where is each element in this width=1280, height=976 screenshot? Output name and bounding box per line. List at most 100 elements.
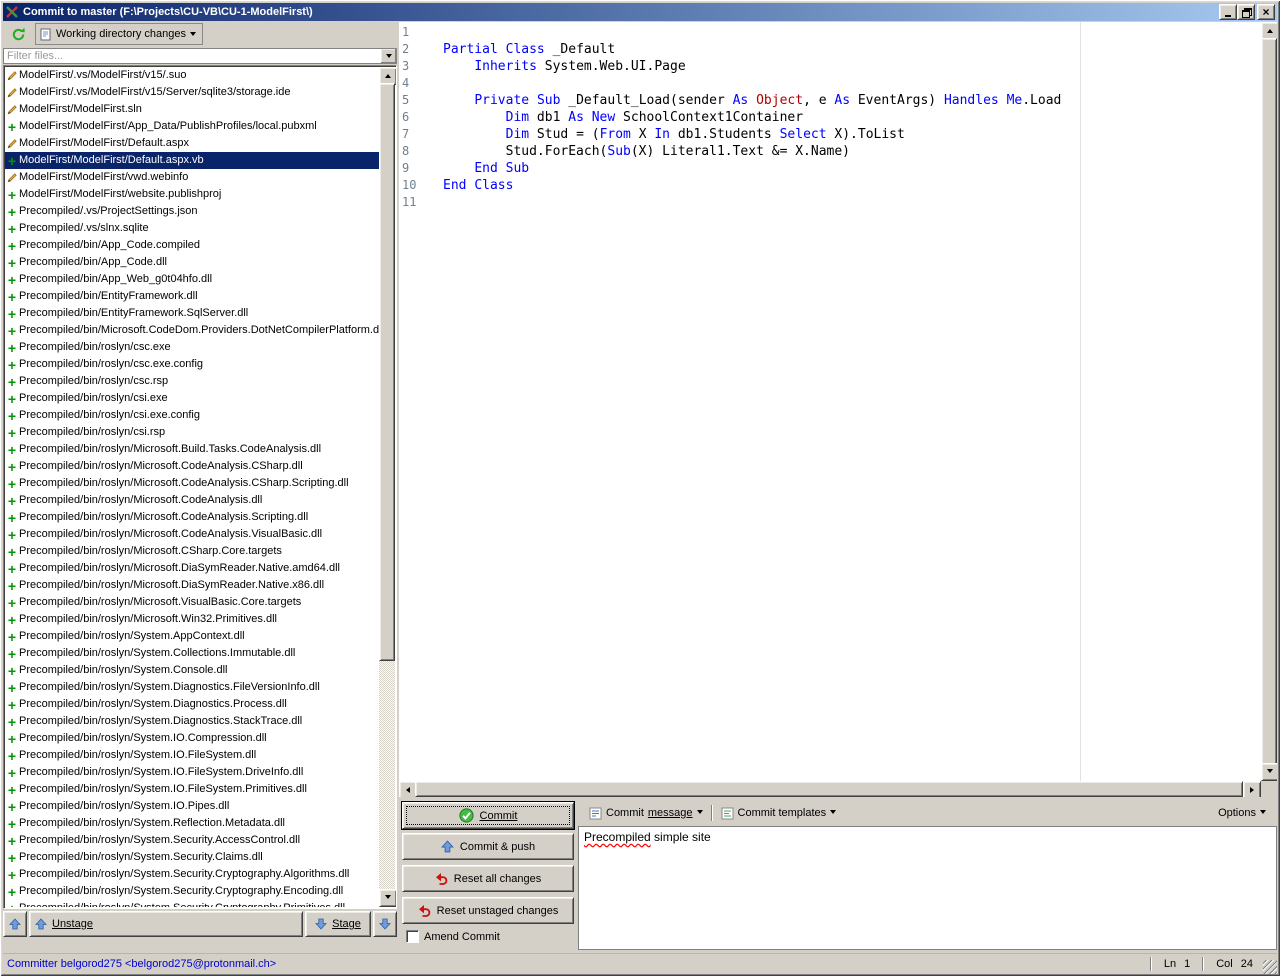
file-row[interactable]: + Precompiled/bin/roslyn/System.Collectio…: [5, 645, 379, 662]
file-row[interactable]: + Precompiled/bin/roslyn/System.Diagnosti…: [5, 679, 379, 696]
file-row[interactable]: + Precompiled/bin/roslyn/csc.exe.config: [5, 356, 379, 373]
added-icon: +: [7, 662, 17, 679]
file-row[interactable]: + Precompiled/bin/roslyn/Microsoft.CodeAn…: [5, 509, 379, 526]
scrollbar-thumb[interactable]: [415, 781, 1243, 797]
file-row[interactable]: + Precompiled/bin/roslyn/Microsoft.CodeAn…: [5, 492, 379, 509]
file-row[interactable]: + ModelFirst/ModelFirst/website.publishpr…: [5, 186, 379, 203]
file-row[interactable]: + Precompiled/bin/App_Web_g0t04hfo.dll: [5, 271, 379, 288]
line-label: Ln: [1163, 958, 1177, 970]
diff-viewer[interactable]: 1 2 3 4 5 6 7 8 9 10 11 Partial Class _Default Inh…: [399, 22, 1277, 797]
refresh-button[interactable]: [5, 22, 31, 46]
file-name: Precompiled/bin/roslyn/System.IO.Compres…: [19, 732, 267, 744]
code-content[interactable]: Partial Class _Default Inherits System.W…: [443, 24, 1257, 211]
commit-and-push-button[interactable]: Commit & push: [402, 833, 574, 860]
file-row[interactable]: + Precompiled/bin/roslyn/Microsoft.CodeAn…: [5, 458, 379, 475]
file-row[interactable]: + Precompiled/bin/Microsoft.CodeDom.Provi…: [5, 322, 379, 339]
added-icon: +: [7, 424, 17, 441]
file-row[interactable]: + Precompiled/bin/App_Code.compiled: [5, 237, 379, 254]
unstage-all-icon: [9, 918, 21, 930]
file-row[interactable]: ModelFirst/ModelFirst.sln: [5, 101, 379, 118]
file-name: Precompiled/bin/roslyn/Microsoft.VisualB…: [19, 596, 302, 608]
filter-files-input[interactable]: [4, 49, 380, 63]
filter-dropdown-button[interactable]: [380, 49, 396, 63]
file-row[interactable]: ModelFirst/.vs/ModelFirst/v15/Server/sql…: [5, 84, 379, 101]
file-row[interactable]: ModelFirst/ModelFirst/Default.aspx: [5, 135, 379, 152]
unstage-all-button[interactable]: [3, 911, 27, 937]
file-row[interactable]: +Precompiled/bin/roslyn/System.Security.…: [5, 900, 379, 908]
file-row[interactable]: + ModelFirst/ModelFirst/Default.aspx.vb: [5, 152, 379, 169]
file-row[interactable]: +Precompiled/bin/roslyn/System.Security.…: [5, 883, 379, 900]
file-row[interactable]: + Precompiled/bin/roslyn/csi.rsp: [5, 424, 379, 441]
file-row[interactable]: + ModelFirst/ModelFirst/App_Data/PublishP…: [5, 118, 379, 135]
file-row[interactable]: + Precompiled/bin/roslyn/Microsoft.DiaSym…: [5, 577, 379, 594]
commit-message-dropdown[interactable]: Commit message: [584, 805, 708, 822]
reset-unstaged-label: Reset unstaged changes: [436, 904, 559, 917]
file-row[interactable]: + Precompiled/bin/roslyn/Microsoft.CodeAn…: [5, 526, 379, 543]
file-row[interactable]: + Precompiled/bin/roslyn/System.IO.Compre…: [5, 730, 379, 747]
scrollbar-thumb[interactable]: [1261, 38, 1277, 767]
close-button[interactable]: ×: [1257, 4, 1275, 20]
commit-button[interactable]: Commit: [401, 801, 575, 830]
file-row[interactable]: + Precompiled/bin/roslyn/csi.exe.config: [5, 407, 379, 424]
scrollbar-thumb[interactable]: [379, 83, 395, 661]
amend-commit-checkbox[interactable]: Amend Commit: [406, 930, 500, 943]
commit-templates-dropdown[interactable]: Commit templates: [716, 805, 842, 822]
file-name: Precompiled/bin/roslyn/Microsoft.DiaSymR…: [19, 579, 325, 591]
added-icon: +: [7, 271, 17, 288]
chevron-down-icon: [696, 809, 703, 817]
file-row[interactable]: + Precompiled/bin/roslyn/System.IO.Pipes.…: [5, 798, 379, 815]
file-row[interactable]: + Precompiled/bin/roslyn/System.Console.d…: [5, 662, 379, 679]
file-row[interactable]: ModelFirst/.vs/ModelFirst/v15/.suo: [5, 67, 379, 84]
status-separator: [1149, 957, 1152, 971]
stage-all-button[interactable]: [373, 911, 397, 937]
file-row[interactable]: + Precompiled/.vs/ProjectSettings.json: [5, 203, 379, 220]
file-row[interactable]: + Precompiled/bin/roslyn/System.IO.FileSy…: [5, 764, 379, 781]
file-row[interactable]: + Precompiled/bin/roslyn/System.AppContex…: [5, 628, 379, 645]
file-row[interactable]: ModelFirst/ModelFirst/vwd.webinfo: [5, 169, 379, 186]
scroll-right-button[interactable]: [1243, 781, 1261, 797]
options-dropdown[interactable]: Options: [1213, 805, 1271, 821]
commit-message-text: Precompiled simple site: [579, 827, 1276, 847]
reset-all-changes-button[interactable]: Reset all changes: [402, 865, 574, 892]
stage-button[interactable]: Stage: [305, 911, 371, 937]
file-row[interactable]: + Precompiled/bin/roslyn/Microsoft.Build.…: [5, 441, 379, 458]
minimize-button[interactable]: [1219, 4, 1237, 20]
editor-vertical-scrollbar[interactable]: [1261, 22, 1277, 781]
file-row[interactable]: + Precompiled/bin/roslyn/Microsoft.Win32.…: [5, 611, 379, 628]
added-icon: +: [7, 237, 17, 254]
scroll-down-button[interactable]: [1261, 763, 1277, 781]
added-icon: +: [7, 305, 17, 322]
file-row[interactable]: + Precompiled/bin/roslyn/Microsoft.CodeAn…: [5, 475, 379, 492]
working-directory-changes-dropdown[interactable]: Working directory changes: [35, 23, 204, 45]
file-list-scrollbar[interactable]: [379, 67, 396, 907]
file-row[interactable]: + Precompiled/bin/roslyn/System.Diagnosti…: [5, 696, 379, 713]
file-row[interactable]: + Precompiled/bin/roslyn/System.Diagnosti…: [5, 713, 379, 730]
file-row[interactable]: + Precompiled/bin/roslyn/Microsoft.DiaSym…: [5, 560, 379, 577]
file-row[interactable]: + Precompiled/bin/roslyn/Microsoft.Visual…: [5, 594, 379, 611]
file-name: Precompiled/bin/roslyn/System.Console.dl…: [19, 664, 228, 676]
resize-grip[interactable]: [1263, 960, 1277, 974]
restore-button[interactable]: [1237, 4, 1255, 20]
file-row[interactable]: + Precompiled/bin/roslyn/System.IO.FileSy…: [5, 781, 379, 798]
file-row[interactable]: + Precompiled/bin/roslyn/System.IO.FileSy…: [5, 747, 379, 764]
file-row[interactable]: +Precompiled/bin/roslyn/System.Security.…: [5, 849, 379, 866]
file-row[interactable]: + Precompiled/bin/roslyn/Microsoft.CSharp…: [5, 543, 379, 560]
file-row[interactable]: + Precompiled/bin/App_Code.dll: [5, 254, 379, 271]
commit-message-area[interactable]: Precompiled simple site: [578, 826, 1277, 950]
file-row[interactable]: + Precompiled/bin/roslyn/csi.exe: [5, 390, 379, 407]
file-row[interactable]: + Precompiled/bin/roslyn/System.Reflectio…: [5, 815, 379, 832]
added-icon: +: [7, 322, 17, 339]
file-row[interactable]: + Precompiled/bin/roslyn/csc.exe: [5, 339, 379, 356]
unstage-button[interactable]: Unstage: [29, 911, 303, 937]
editor-horizontal-scrollbar[interactable]: [399, 781, 1261, 797]
modified-icon: [5, 172, 19, 183]
scroll-down-button[interactable]: [379, 889, 396, 907]
reset-unstaged-changes-button[interactable]: Reset unstaged changes: [402, 897, 574, 924]
file-row[interactable]: +Precompiled/bin/roslyn/System.Security.…: [5, 832, 379, 849]
file-row[interactable]: + Precompiled/bin/EntityFramework.SqlServ…: [5, 305, 379, 322]
file-name: Precompiled/bin/roslyn/System.Collection…: [19, 647, 296, 659]
file-row[interactable]: + Precompiled/bin/roslyn/csc.rsp: [5, 373, 379, 390]
file-row[interactable]: +Precompiled/bin/roslyn/System.Security.…: [5, 866, 379, 883]
file-row[interactable]: + Precompiled/bin/EntityFramework.dll: [5, 288, 379, 305]
file-row[interactable]: + Precompiled/.vs/slnx.sqlite: [5, 220, 379, 237]
